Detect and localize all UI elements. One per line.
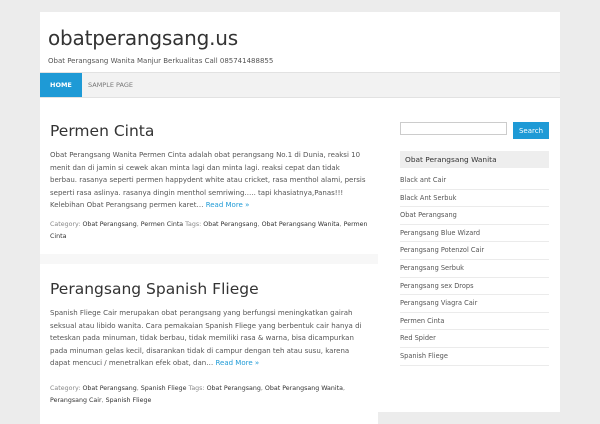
site-title[interactable]: obatperangsang.us bbox=[48, 26, 238, 50]
post-excerpt: Spanish Fliege Cair merupakan obat peran… bbox=[50, 307, 368, 370]
post-title[interactable]: Permen Cinta bbox=[50, 122, 154, 140]
category-link[interactable]: Perangsang sex Drops bbox=[400, 282, 474, 290]
nav-home[interactable]: HOME bbox=[40, 73, 82, 97]
tag-link[interactable]: Obat Perangsang Wanita bbox=[262, 221, 340, 228]
post-meta: Category: Obat Perangsang, Permen Cinta … bbox=[50, 221, 368, 240]
tag-link[interactable]: Obat Perangsang bbox=[203, 221, 257, 228]
category-link[interactable]: Black Ant Serbuk bbox=[400, 194, 456, 202]
tags-label: Tags: bbox=[185, 221, 202, 228]
category-label: Category: bbox=[50, 385, 81, 392]
tag-link[interactable]: Spanish Fliege bbox=[106, 397, 152, 404]
category-item: Red Spider bbox=[400, 330, 549, 348]
tag-link[interactable]: Obat Perangsang Wanita bbox=[265, 385, 343, 392]
category-item: Black ant Cair bbox=[400, 172, 549, 190]
category-item: Perangsang Viagra Cair bbox=[400, 295, 549, 313]
category-link[interactable]: Black ant Cair bbox=[400, 176, 446, 184]
post-card: Perangsang Spanish Fliege Spanish Fliege… bbox=[40, 264, 378, 424]
category-item: Perangsang Serbuk bbox=[400, 260, 549, 278]
category-link[interactable]: Obat Perangsang bbox=[82, 385, 136, 392]
category-link[interactable]: Permen Cinta bbox=[141, 221, 183, 228]
post-card: Permen Cinta Obat Perangsang Wanita Perm… bbox=[40, 108, 378, 254]
tag-link[interactable]: Obat Perangsang bbox=[207, 385, 261, 392]
category-list: Black ant Cair Black Ant Serbuk Obat Per… bbox=[400, 172, 549, 366]
category-link[interactable]: Spanish Fliege bbox=[400, 352, 448, 360]
category-item: Perangsang Potenzol Cair bbox=[400, 242, 549, 260]
post-excerpt: Obat Perangsang Wanita Permen Cinta adal… bbox=[50, 149, 368, 212]
category-link[interactable]: Perangsang Potenzol Cair bbox=[400, 246, 484, 254]
category-label: Category: bbox=[50, 221, 81, 228]
site-description: Obat Perangsang Wanita Manjur Berkualita… bbox=[48, 57, 274, 65]
category-link[interactable]: Perangsang Blue Wizard bbox=[400, 229, 480, 237]
category-link[interactable]: Perangsang Viagra Cair bbox=[400, 299, 477, 307]
post-meta: Category: Obat Perangsang, Spanish Flieg… bbox=[50, 385, 345, 404]
read-more-link[interactable]: Read More » bbox=[215, 359, 259, 367]
category-item: Black Ant Serbuk bbox=[400, 190, 549, 208]
tags-label: Tags: bbox=[188, 385, 205, 392]
category-item: Obat Perangsang bbox=[400, 207, 549, 225]
category-item: Spanish Fliege bbox=[400, 348, 549, 366]
sidebar-card: Search Obat Perangsang Wanita Black ant … bbox=[390, 108, 560, 408]
page-container: obatperangsang.us Obat Perangsang Wanita… bbox=[40, 12, 560, 424]
category-link[interactable]: Red Spider bbox=[400, 334, 436, 342]
post-excerpt-text: Spanish Fliege Cair merupakan obat peran… bbox=[50, 309, 362, 368]
search-button[interactable]: Search bbox=[513, 122, 549, 139]
widget-title: Obat Perangsang Wanita bbox=[400, 151, 549, 168]
content-area: Permen Cinta Obat Perangsang Wanita Perm… bbox=[40, 108, 378, 424]
category-link[interactable]: Obat Perangsang bbox=[400, 211, 457, 219]
post-title[interactable]: Perangsang Spanish Fliege bbox=[50, 280, 259, 298]
read-more-link[interactable]: Read More » bbox=[206, 201, 250, 209]
category-link[interactable]: Permen Cinta bbox=[400, 317, 444, 325]
category-item: Perangsang sex Drops bbox=[400, 278, 549, 296]
main-navigation: HOME SAMPLE PAGE bbox=[40, 72, 560, 98]
category-link[interactable]: Perangsang Serbuk bbox=[400, 264, 464, 272]
nav-sample-page[interactable]: SAMPLE PAGE bbox=[78, 73, 143, 97]
search-input[interactable] bbox=[400, 122, 507, 135]
category-link[interactable]: Spanish Fliege bbox=[141, 385, 187, 392]
category-link[interactable]: Obat Perangsang bbox=[82, 221, 136, 228]
category-item: Permen Cinta bbox=[400, 313, 549, 331]
sidebar: Search Obat Perangsang Wanita Black ant … bbox=[390, 108, 560, 408]
tag-link[interactable]: Perangsang Cair bbox=[50, 397, 102, 404]
category-item: Perangsang Blue Wizard bbox=[400, 225, 549, 243]
